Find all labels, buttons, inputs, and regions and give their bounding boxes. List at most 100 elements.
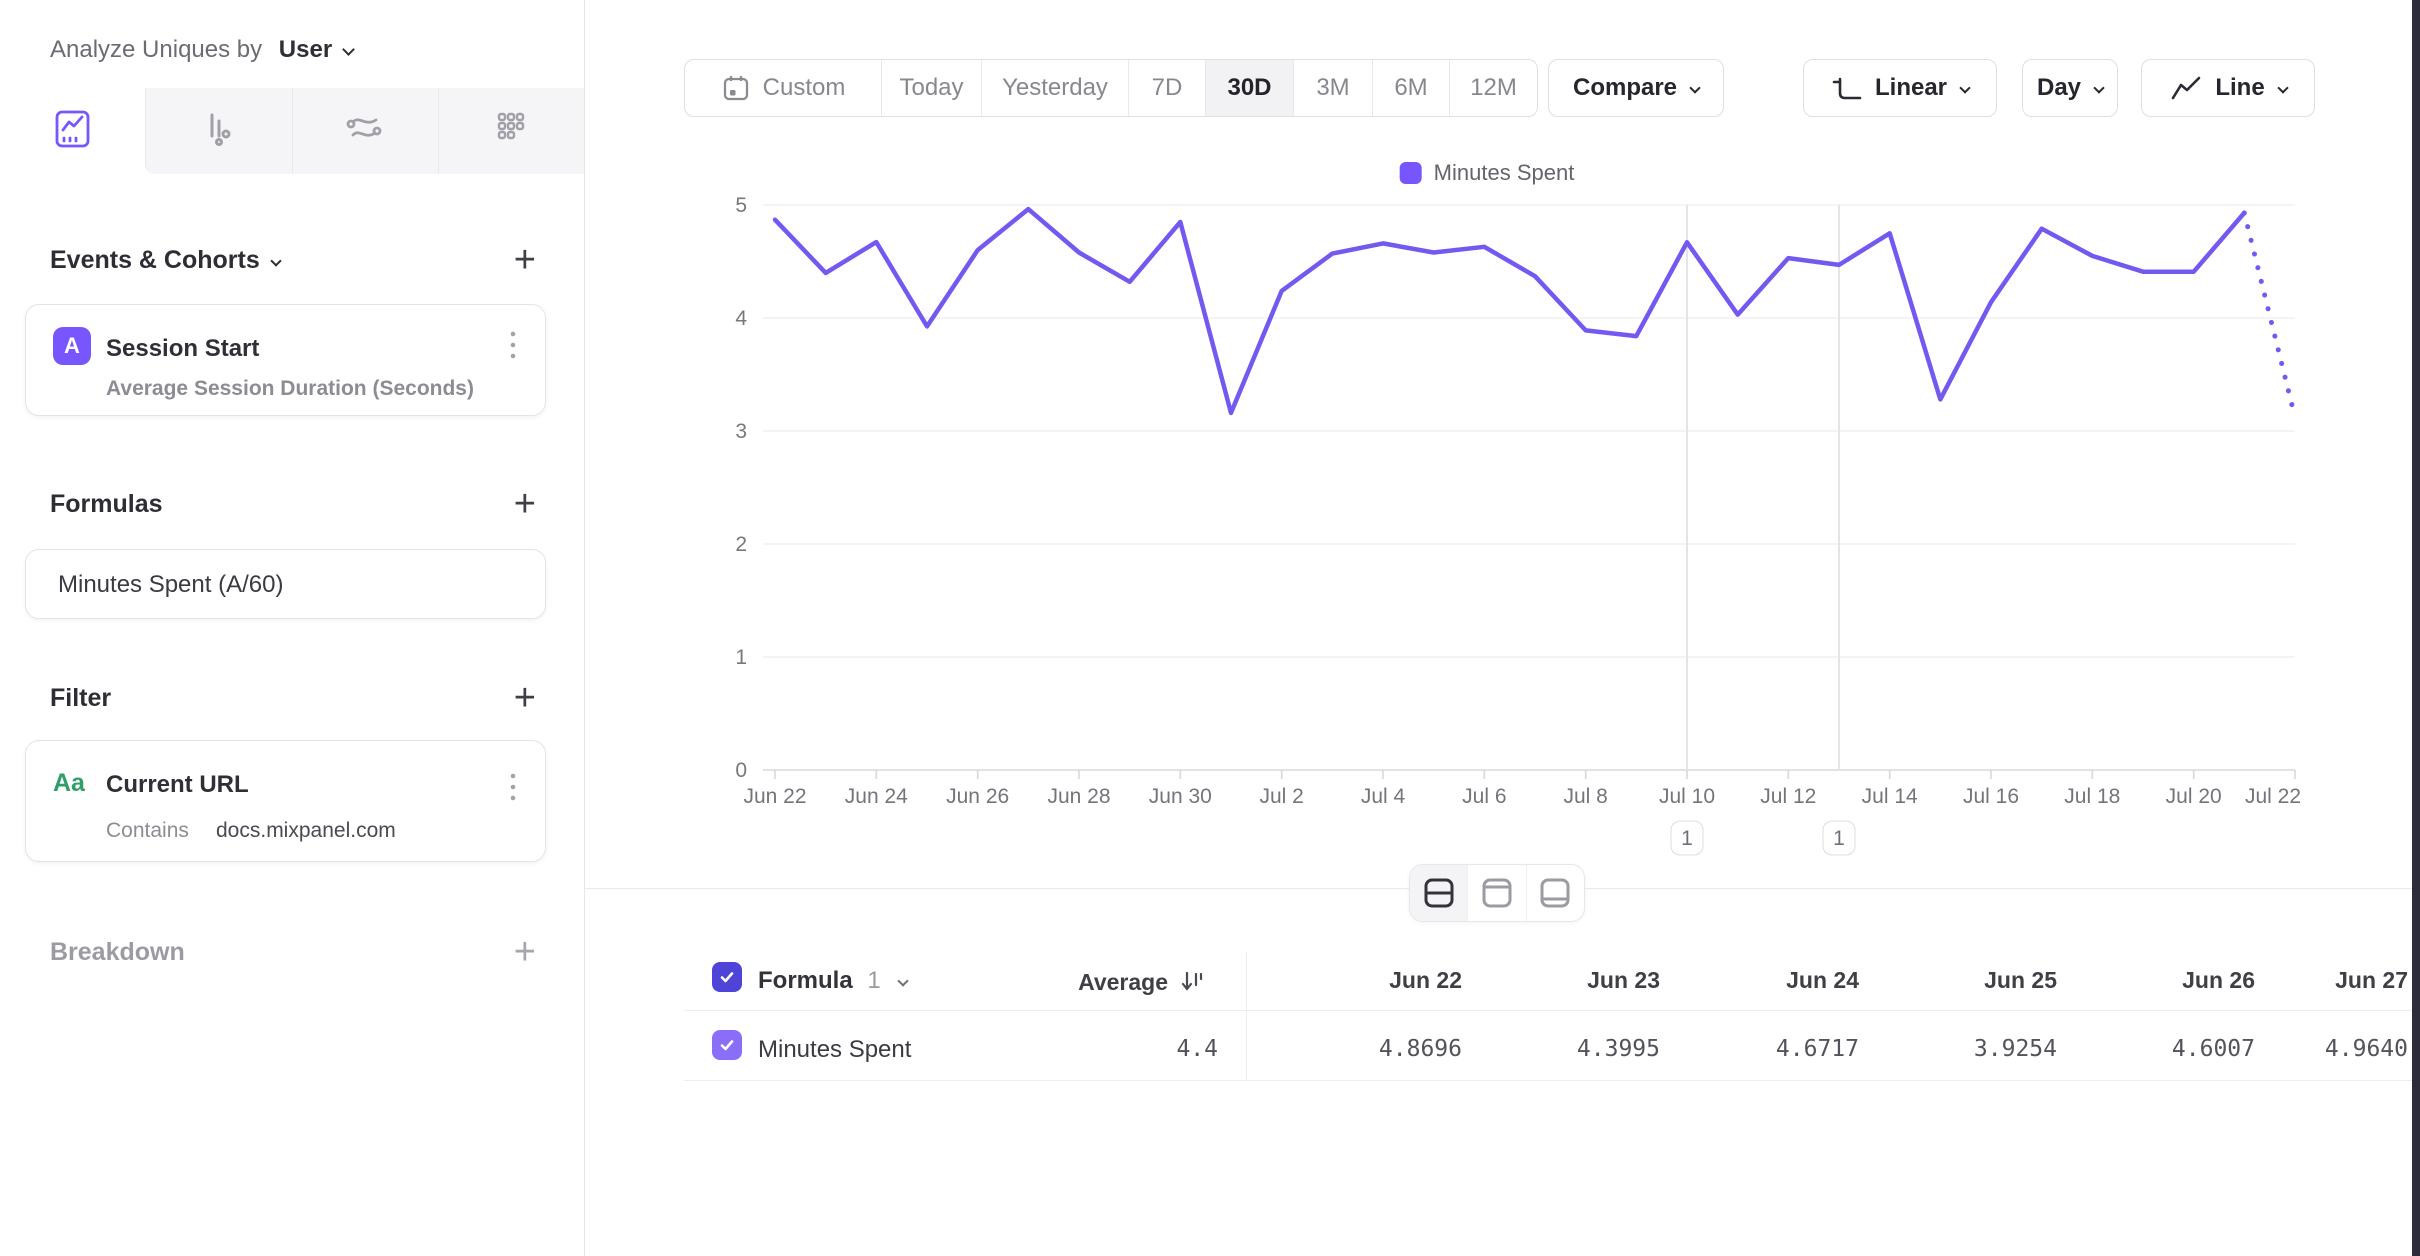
filter-kebab-menu[interactable] xyxy=(503,771,523,805)
svg-text:Jun 24: Jun 24 xyxy=(845,785,908,808)
view-toggle-chart-only[interactable] xyxy=(1467,865,1525,921)
formula-expression: Minutes Spent (A/60) xyxy=(58,550,283,620)
event-aggregation[interactable]: Average Session Duration (Seconds) xyxy=(106,377,474,401)
column-header[interactable]: Jun 23 xyxy=(1462,967,1660,994)
view-toggle-split[interactable] xyxy=(1410,865,1467,921)
interval-day-button[interactable]: Day xyxy=(2022,59,2118,117)
svg-text:1: 1 xyxy=(1681,827,1693,850)
svg-text:Jun 30: Jun 30 xyxy=(1149,785,1212,808)
date-range-custom[interactable]: Custom xyxy=(685,60,881,116)
cell-value: 4.8696 xyxy=(1264,1036,1462,1062)
svg-text:2: 2 xyxy=(735,533,747,556)
date-range-yesterday[interactable]: Yesterday xyxy=(981,60,1128,116)
events-cohorts-header: Events & Cohorts + xyxy=(50,238,536,282)
select-all-checkbox[interactable] xyxy=(712,962,742,992)
checkmark-icon xyxy=(717,967,737,987)
cell-value: 3.9254 xyxy=(1859,1036,2057,1062)
date-range-control: Custom Today Yesterday 7D 30D 3M 6M 12M xyxy=(684,59,1538,117)
column-header-average[interactable]: Average xyxy=(950,967,1206,996)
compare-button[interactable]: Compare xyxy=(1548,59,1724,117)
line-chart-icon xyxy=(51,107,95,156)
legend-series-label: Minutes Spent xyxy=(1434,160,1575,186)
tab-insights-line[interactable] xyxy=(0,88,145,174)
date-range-label: 3M xyxy=(1316,74,1349,102)
add-filter-button[interactable]: + xyxy=(514,683,536,713)
svg-text:1: 1 xyxy=(1833,827,1845,850)
cell-value: 4.6007 xyxy=(2057,1036,2255,1062)
filter-value[interactable]: docs.mixpanel.com xyxy=(216,819,396,843)
column-header[interactable]: Jun 25 xyxy=(1859,967,2057,994)
column-header[interactable]: Jun 22 xyxy=(1264,967,1462,994)
chart-type-line-button[interactable]: Line xyxy=(2141,59,2315,117)
svg-text:Jul 8: Jul 8 xyxy=(1563,785,1607,808)
filter-card[interactable]: Aa Current URL Contains docs.mixpanel.co… xyxy=(25,740,546,862)
tab-retention[interactable] xyxy=(438,88,584,174)
chart-legend[interactable]: Minutes Spent xyxy=(1400,160,1575,186)
table-only-view-icon xyxy=(1535,875,1575,911)
formula-group-header[interactable]: Formula 1 xyxy=(758,967,907,995)
add-breakdown-button[interactable]: + xyxy=(514,937,536,967)
analyze-by-value: User xyxy=(279,36,332,63)
date-range-30d[interactable]: 30D xyxy=(1205,60,1293,116)
minutes-spent-line-chart[interactable]: 012345Jun 22Jun 24Jun 26Jun 28Jun 30Jul … xyxy=(585,195,2420,867)
add-event-button[interactable]: + xyxy=(514,245,536,275)
kebab-icon xyxy=(509,770,517,806)
svg-text:Jul 20: Jul 20 xyxy=(2166,785,2222,808)
date-range-7d[interactable]: 7D xyxy=(1128,60,1205,116)
formula-card[interactable]: Minutes Spent (A/60) xyxy=(25,549,546,619)
column-header[interactable]: Jun 26 xyxy=(2057,967,2255,994)
event-kebab-menu[interactable] xyxy=(503,329,523,363)
svg-text:Jun 26: Jun 26 xyxy=(946,785,1009,808)
formula-group-label: Formula xyxy=(758,967,853,994)
date-range-label: Custom xyxy=(763,74,846,102)
events-cohorts-heading[interactable]: Events & Cohorts xyxy=(50,246,280,275)
checkmark-icon xyxy=(717,1035,737,1055)
chevron-down-icon xyxy=(342,43,355,56)
svg-text:Jul 2: Jul 2 xyxy=(1259,785,1303,808)
cell-value: 4.9640 xyxy=(2256,1036,2408,1062)
table-header-border xyxy=(684,1010,2412,1011)
date-range-3m[interactable]: 3M xyxy=(1293,60,1372,116)
calendar-icon xyxy=(721,73,751,103)
svg-text:Jul 14: Jul 14 xyxy=(1862,785,1918,808)
axis-scale-icon xyxy=(1831,73,1863,103)
column-header[interactable]: Jun 27 xyxy=(2256,967,2408,994)
chevron-down-icon xyxy=(1689,82,1700,93)
scale-linear-button[interactable]: Linear xyxy=(1803,59,1997,117)
tab-flows[interactable] xyxy=(292,88,438,174)
kebab-icon xyxy=(509,328,517,364)
date-range-label: 12M xyxy=(1470,74,1517,102)
table-row-border xyxy=(684,1080,2412,1081)
event-title: Session Start xyxy=(106,335,259,363)
svg-text:1: 1 xyxy=(735,646,747,669)
analyze-label: Analyze Uniques by xyxy=(50,36,262,63)
row-series-label[interactable]: Minutes Spent xyxy=(758,1036,911,1064)
svg-text:Jul 6: Jul 6 xyxy=(1462,785,1506,808)
date-range-6m[interactable]: 6M xyxy=(1372,60,1449,116)
filter-property: Current URL xyxy=(106,771,249,799)
filter-operator[interactable]: Contains xyxy=(106,819,189,843)
event-letter-badge: A xyxy=(53,327,91,365)
row-checkbox[interactable] xyxy=(712,1030,742,1060)
formula-group-index: 1 xyxy=(867,967,880,994)
formulas-heading: Formulas xyxy=(50,490,163,519)
chevron-down-icon xyxy=(270,255,281,266)
table-column-divider xyxy=(1246,952,1247,1080)
tab-bar-chart[interactable] xyxy=(145,88,291,174)
add-formula-button[interactable]: + xyxy=(514,489,536,519)
breakdown-heading: Breakdown xyxy=(50,938,185,967)
filter-header: Filter + xyxy=(50,676,536,720)
right-edge-strip xyxy=(2412,0,2420,1256)
svg-text:Jul 12: Jul 12 xyxy=(1760,785,1816,808)
svg-text:Jun 22: Jun 22 xyxy=(743,785,806,808)
chart-only-view-icon xyxy=(1477,875,1517,911)
event-card[interactable]: A Session Start Average Session Duration… xyxy=(25,304,546,416)
view-toggle-table-only[interactable] xyxy=(1526,865,1584,921)
scale-label: Linear xyxy=(1875,74,1947,102)
date-range-12m[interactable]: 12M xyxy=(1449,60,1537,116)
date-range-today[interactable]: Today xyxy=(881,60,981,116)
column-header[interactable]: Jun 24 xyxy=(1660,967,1859,994)
analyze-by-selector[interactable]: User xyxy=(279,36,353,63)
date-range-label: Yesterday xyxy=(1002,74,1108,102)
analyze-uniques-row: Analyze Uniques by User xyxy=(50,36,353,64)
